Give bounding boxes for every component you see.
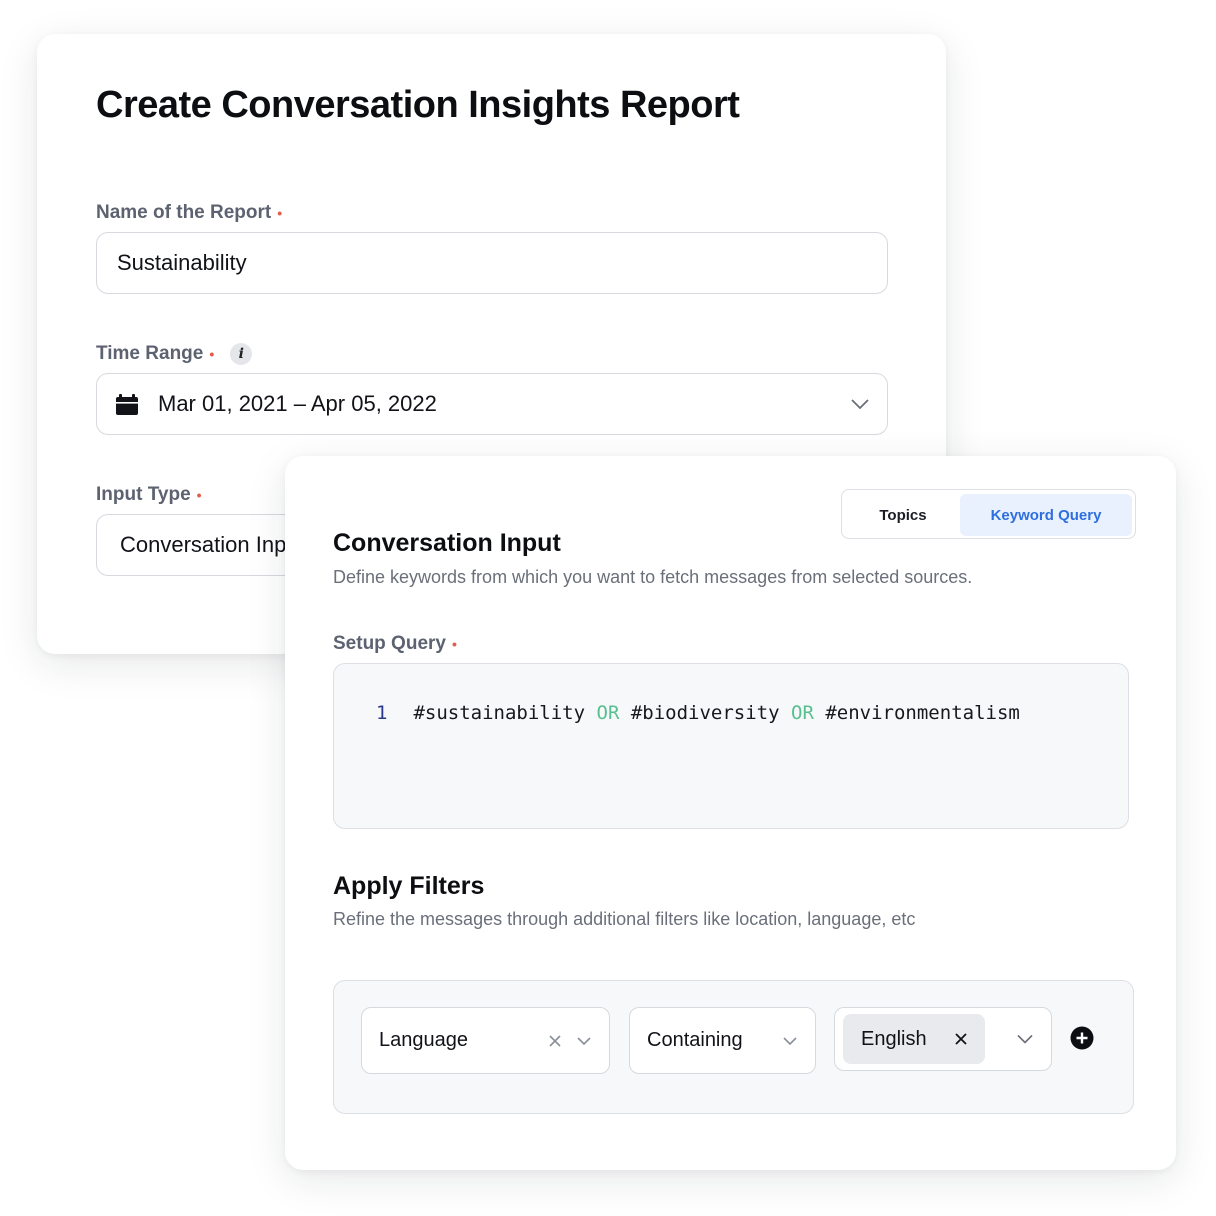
- filter-operator-select[interactable]: Containing: [629, 1007, 816, 1074]
- value-chip: English: [843, 1014, 985, 1064]
- input-type-label-text: Input Type: [96, 484, 191, 505]
- filter-field-value: Language: [379, 1029, 468, 1051]
- filter-row: Language Containing English: [333, 980, 1134, 1114]
- report-name-value: Sustainability: [117, 250, 247, 275]
- conversation-input-card: Topics Keyword Query Conversation Input …: [285, 456, 1176, 1170]
- value-chip-label: English: [861, 1027, 927, 1050]
- conversation-input-title: Conversation Input: [333, 529, 561, 557]
- line-number: 1: [376, 702, 388, 724]
- filter-field-select[interactable]: Language: [361, 1007, 610, 1074]
- remove-chip-icon[interactable]: [955, 1033, 967, 1045]
- query-operator: OR: [596, 702, 620, 724]
- page-title: Create Conversation Insights Report: [96, 84, 740, 126]
- input-type-label: Input Type •: [96, 484, 202, 506]
- query-token: #environmentalism: [825, 702, 1020, 724]
- time-range-label-text: Time Range: [96, 343, 204, 364]
- input-type-value: Conversation Inp: [120, 532, 287, 557]
- tab-topics[interactable]: Topics: [846, 494, 960, 536]
- query-token: #sustainability: [413, 702, 586, 724]
- setup-query-label: Setup Query •: [333, 633, 457, 655]
- filter-value-select[interactable]: English: [834, 1007, 1052, 1071]
- info-icon[interactable]: i: [230, 343, 253, 365]
- required-indicator: •: [277, 205, 283, 221]
- chevron-down-icon: [783, 1036, 797, 1045]
- calendar-icon: [116, 393, 138, 415]
- apply-filters-description: Refine the messages through additional f…: [333, 909, 916, 929]
- setup-query-label-text: Setup Query: [333, 633, 446, 654]
- apply-filters-title: Apply Filters: [333, 872, 485, 900]
- report-name-label-text: Name of the Report: [96, 202, 272, 223]
- conversation-input-description: Define keywords from which you want to f…: [333, 567, 973, 587]
- input-mode-toggle: Topics Keyword Query: [841, 489, 1136, 539]
- chevron-down-icon: [851, 399, 869, 409]
- query-editor[interactable]: 1 #sustainability OR #biodiversity OR #en…: [333, 663, 1129, 829]
- query-token: #biodiversity: [630, 702, 780, 724]
- query-line: 1 #sustainability OR #biodiversity OR #en…: [376, 702, 1020, 724]
- chevron-down-icon: [1017, 1034, 1033, 1044]
- required-indicator: •: [209, 346, 215, 362]
- time-range-label: Time Range • i: [96, 343, 253, 365]
- query-operator: OR: [791, 702, 814, 724]
- filter-operator-value: Containing: [647, 1029, 743, 1051]
- time-range-value: Mar 01, 2021 – Apr 05, 2022: [158, 391, 437, 416]
- required-indicator: •: [451, 636, 457, 652]
- chevron-down-icon: [577, 1036, 591, 1045]
- report-name-input[interactable]: Sustainability: [96, 232, 888, 294]
- add-filter-icon[interactable]: [1070, 1026, 1094, 1050]
- required-indicator: •: [196, 487, 202, 503]
- clear-icon[interactable]: [549, 1034, 561, 1047]
- report-name-label: Name of the Report •: [96, 202, 282, 224]
- time-range-select[interactable]: Mar 01, 2021 – Apr 05, 2022: [96, 373, 888, 435]
- tab-keyword-query[interactable]: Keyword Query: [960, 494, 1132, 536]
